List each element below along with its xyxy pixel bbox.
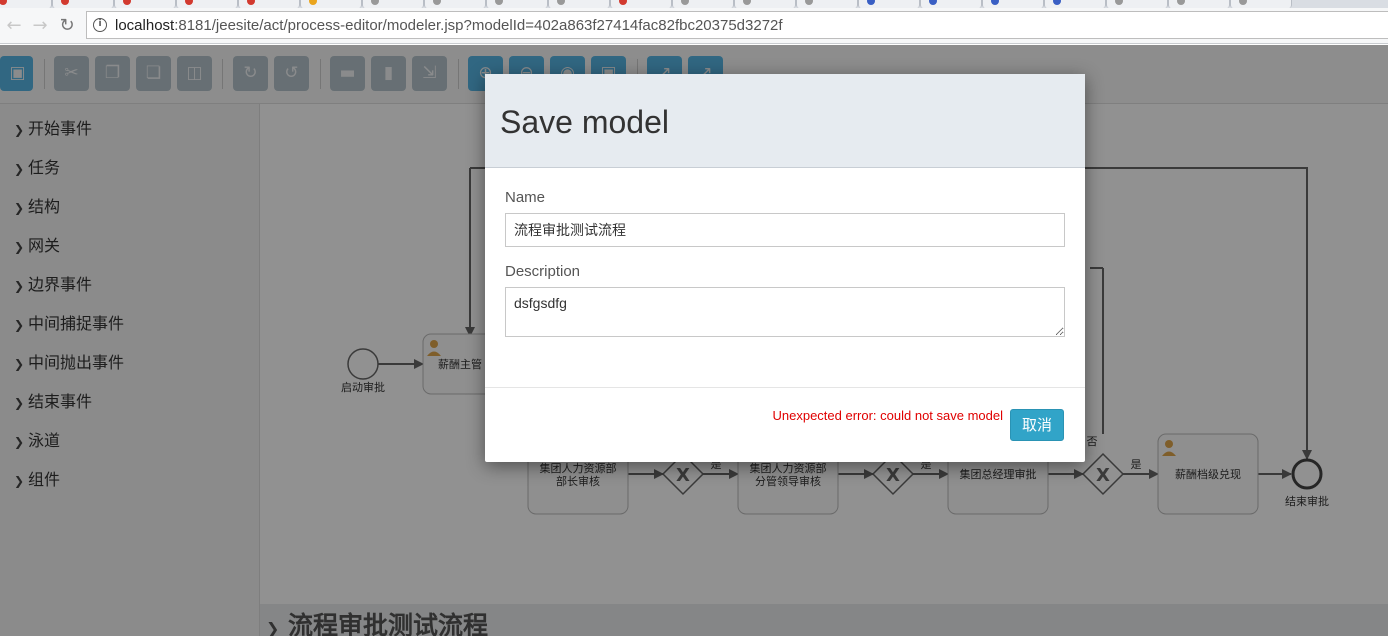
tab-favicon-icon <box>991 0 999 5</box>
description-textarea[interactable]: dsfgsdfg <box>505 287 1065 337</box>
tab-favicon-icon <box>557 0 565 5</box>
tab-favicon-icon <box>433 0 441 5</box>
browser-tab[interactable] <box>920 0 982 8</box>
tab-favicon-icon <box>867 0 875 5</box>
tab-favicon-icon <box>61 0 69 5</box>
tab-favicon-icon <box>495 0 503 5</box>
browser-tab[interactable] <box>1044 0 1106 8</box>
reload-icon[interactable]: ↻ <box>55 14 79 38</box>
cancel-button[interactable]: 取消 <box>1010 409 1064 441</box>
tab-favicon-icon <box>185 0 193 5</box>
browser-tab[interactable] <box>672 0 734 8</box>
url-text: localhost:8181/jeesite/act/process-edito… <box>115 17 783 34</box>
browser-tab[interactable] <box>486 0 548 8</box>
browser-tab[interactable] <box>114 0 176 8</box>
forward-arrow-icon[interactable]: → <box>28 14 52 38</box>
tab-favicon-icon <box>123 0 131 5</box>
dialog-footer: Unexpected error: could not save model 取… <box>485 387 1085 462</box>
tab-favicon-icon <box>1239 0 1247 5</box>
browser-tab[interactable] <box>176 0 238 8</box>
browser-tab[interactable] <box>0 0 52 8</box>
tab-favicon-icon <box>309 0 317 5</box>
browser-tab[interactable] <box>52 0 114 8</box>
tab-favicon-icon <box>0 0 7 5</box>
tab-favicon-icon <box>681 0 689 5</box>
browser-tab[interactable] <box>424 0 486 8</box>
dialog-body: Name Description dsfgsdfg <box>485 169 1085 387</box>
tab-favicon-icon <box>929 0 937 5</box>
dialog-title: Save model <box>500 104 669 140</box>
browser-tab[interactable] <box>1230 0 1292 8</box>
browser-tab[interactable] <box>796 0 858 8</box>
tab-favicon-icon <box>247 0 255 5</box>
url-host: localhost <box>115 17 175 34</box>
tab-favicon-icon <box>1053 0 1061 5</box>
url-input[interactable]: i localhost:8181/jeesite/act/process-edi… <box>86 11 1388 39</box>
browser-tab[interactable] <box>610 0 672 8</box>
description-label: Description <box>505 263 581 280</box>
browser-tab-strip <box>0 0 1388 8</box>
browser-tab[interactable] <box>858 0 920 8</box>
save-model-dialog: Save model Name Description dsfgsdfg Une… <box>485 74 1085 462</box>
info-circle-icon[interactable]: i <box>93 18 107 32</box>
browser-tab[interactable] <box>300 0 362 8</box>
browser-tab[interactable] <box>1106 0 1168 8</box>
browser-tab[interactable] <box>734 0 796 8</box>
browser-tab[interactable] <box>1168 0 1230 8</box>
tab-favicon-icon <box>805 0 813 5</box>
tab-favicon-icon <box>1177 0 1185 5</box>
url-path: :8181/jeesite/act/process-editor/modeler… <box>174 17 783 34</box>
browser-tab[interactable] <box>548 0 610 8</box>
browser-tab[interactable] <box>362 0 424 8</box>
tab-favicon-icon <box>1115 0 1123 5</box>
browser-tab[interactable] <box>238 0 300 8</box>
browser-tab[interactable] <box>982 0 1044 8</box>
name-label: Name <box>505 189 546 206</box>
tab-favicon-icon <box>371 0 379 5</box>
tab-favicon-icon <box>619 0 627 5</box>
dialog-header: Save model <box>485 74 1085 168</box>
name-input[interactable] <box>505 213 1065 247</box>
back-arrow-icon[interactable]: ← <box>2 14 26 38</box>
browser-address-bar: ← → ↻ i localhost:8181/jeesite/act/proce… <box>0 8 1388 44</box>
tab-favicon-icon <box>743 0 751 5</box>
save-error-message: Unexpected error: could not save model <box>772 408 1003 423</box>
